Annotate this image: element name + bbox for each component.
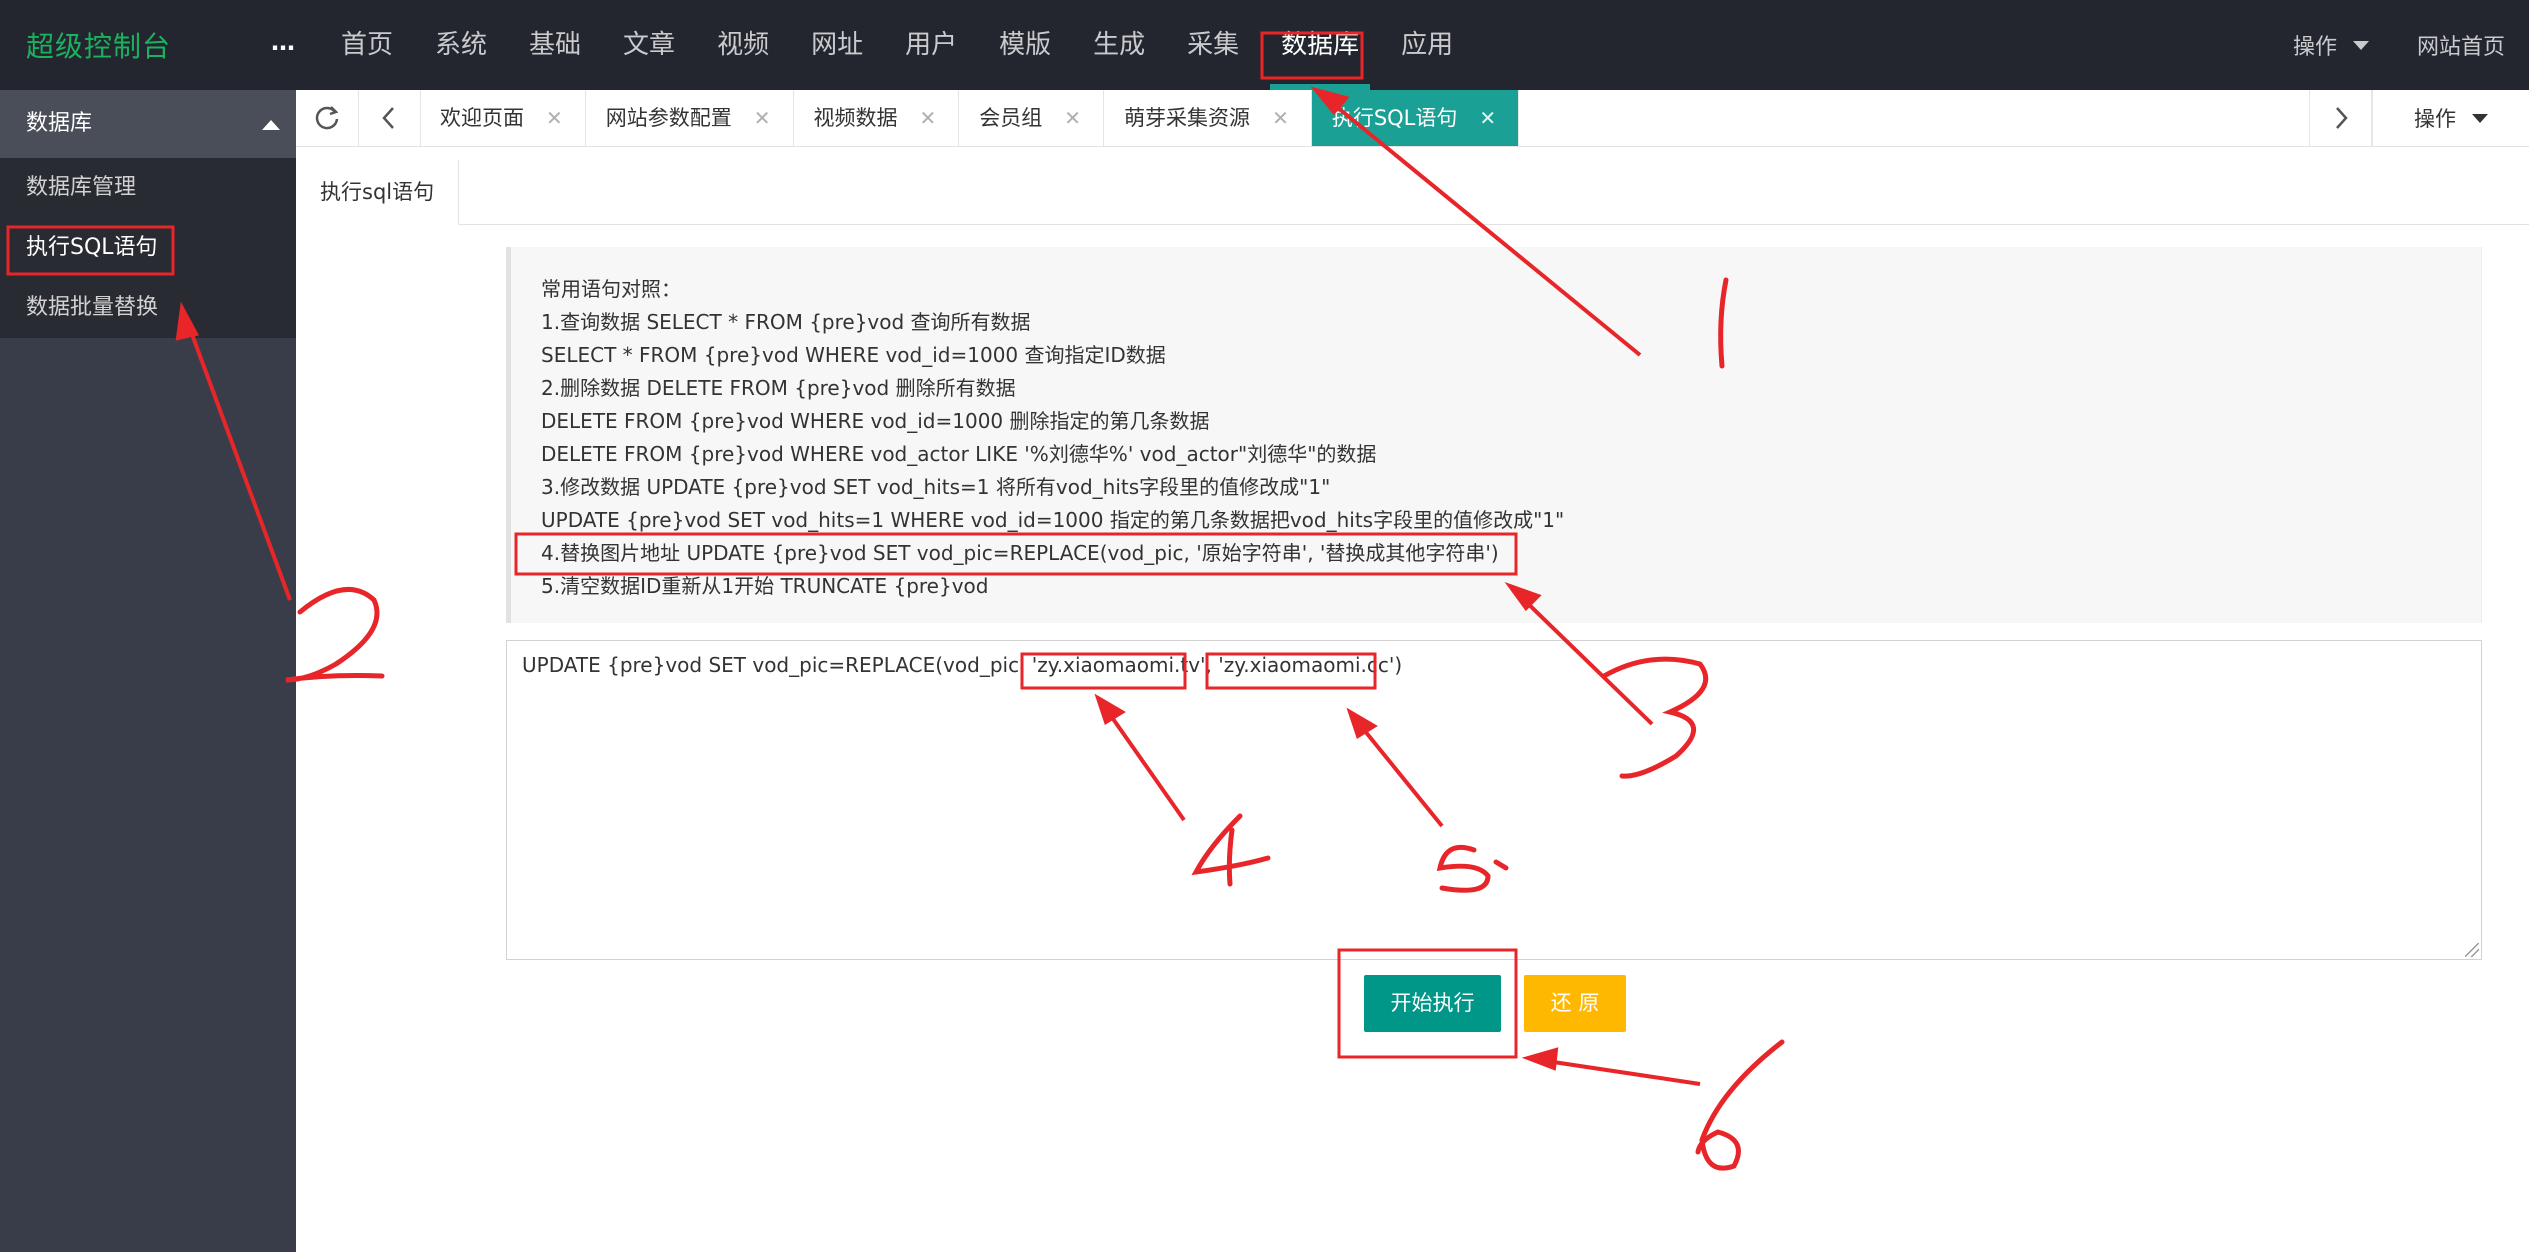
tab-label: 萌芽采集资源	[1124, 106, 1251, 130]
header-right: 操作 网站首页	[2269, 0, 2529, 90]
tab-label: 欢迎页面	[440, 106, 524, 130]
top-header: 超级控制台 … 首页 系统 基础 文章 视频 网址 用户 模版 生成 采集 数据…	[0, 0, 2529, 90]
tip-line: 1.查询数据 SELECT * FROM {pre}vod 查询所有数据	[541, 310, 1031, 334]
tab-label: 执行SQL语句	[1331, 106, 1458, 130]
close-icon[interactable]: ✕	[1479, 106, 1496, 130]
sidebar: 数据库 数据库管理 执行SQL语句 数据批量替换	[0, 90, 296, 1252]
close-icon[interactable]: ✕	[546, 106, 563, 130]
ops-label: 操作	[2292, 35, 2337, 60]
tab-exec-sql-statement[interactable]: 执行sql语句	[296, 160, 460, 225]
resize-grip-icon[interactable]	[2465, 943, 2479, 957]
nav-item-system[interactable]: 系统	[414, 0, 508, 90]
app-logo[interactable]: 超级控制台	[26, 25, 171, 65]
nav-item-home[interactable]: 首页	[320, 0, 414, 90]
tip-line: 常用语句对照：	[541, 277, 681, 301]
sql-textarea[interactable]: UPDATE {pre}vod SET vod_pic=REPLACE(vod_…	[506, 640, 2482, 960]
sidebar-item-batch-replace[interactable]: 数据批量替换	[0, 278, 296, 338]
site-home-link[interactable]: 网站首页	[2393, 29, 2529, 61]
tip-line: 3.修改数据 UPDATE {pre}vod SET vod_hits=1 将所…	[541, 475, 1331, 499]
tab-label: 会员组	[979, 106, 1043, 130]
tip-line: DELETE FROM {pre}vod WHERE vod_id=1000 删…	[541, 409, 1210, 433]
handwritten-6	[1695, 1039, 1785, 1171]
tabs-ops-label: 操作	[2414, 107, 2456, 131]
close-icon[interactable]: ✕	[754, 106, 771, 130]
open-tabs: 欢迎页面 ✕ 网站参数配置 ✕ 视频数据 ✕ 会员组 ✕ 萌芽采集资源 ✕ 执行SQL语句…	[420, 90, 1520, 146]
tab-video-data[interactable]: 视频数据 ✕	[794, 90, 960, 146]
tabs-ops-menu[interactable]: 操作	[2371, 90, 2529, 146]
tab-member-group[interactable]: 会员组 ✕	[959, 90, 1105, 146]
sidebar-group-database[interactable]: 数据库	[0, 90, 296, 158]
tab-welcome[interactable]: 欢迎页面 ✕	[420, 90, 586, 146]
arrow-6	[1539, 1058, 1701, 1086]
close-icon[interactable]: ✕	[920, 106, 937, 130]
tab-exec-sql[interactable]: 执行SQL语句 ✕	[1311, 90, 1520, 146]
nav-item-user[interactable]: 用户	[884, 0, 978, 90]
sql-tips-box: 常用语句对照： 1.查询数据 SELECT * FROM {pre}vod 查询…	[506, 247, 2482, 623]
sql-value: UPDATE {pre}vod SET vod_pic=REPLACE(vod_…	[522, 653, 1403, 677]
close-icon[interactable]: ✕	[1064, 106, 1081, 130]
nav-item-database[interactable]: 数据库	[1260, 0, 1380, 90]
sidebar-submenu: 数据库管理 执行SQL语句 数据批量替换	[0, 158, 296, 338]
sidebar-item-exec-sql[interactable]: 执行SQL语句	[0, 218, 296, 278]
tabs-prev-icon[interactable]	[358, 90, 421, 146]
tip-line: SELECT * FROM {pre}vod WHERE vod_id=1000…	[541, 343, 1166, 367]
handwritten-2	[285, 586, 385, 683]
caret-down-icon	[2352, 40, 2369, 50]
tab-site-config[interactable]: 网站参数配置 ✕	[586, 90, 794, 146]
nav-item-collect[interactable]: 采集	[1166, 0, 1260, 90]
nav-item-template[interactable]: 模版	[978, 0, 1072, 90]
tip-line: DELETE FROM {pre}vod WHERE vod_actor LIK…	[541, 442, 1377, 466]
tip-line: UPDATE {pre}vod SET vod_hits=1 WHERE vod…	[541, 508, 1565, 532]
ops-menu[interactable]: 操作	[2269, 29, 2393, 61]
nav-item-basic[interactable]: 基础	[508, 0, 602, 90]
nav-item-video[interactable]: 视频	[696, 0, 790, 90]
tip-line: 5.清空数据ID重新从1开始 TRUNCATE {pre}vod	[541, 574, 989, 598]
content-tab-strip: 执行sql语句	[296, 160, 2529, 225]
tabs-next-icon[interactable]	[2309, 90, 2373, 146]
tab-label: 网站参数配置	[605, 106, 732, 130]
sidebar-group-title: 数据库	[26, 111, 93, 136]
nav-item-url[interactable]: 网址	[790, 0, 884, 90]
execute-button[interactable]: 开始执行	[1364, 975, 1501, 1032]
nav-item-apps[interactable]: 应用	[1380, 0, 1474, 90]
caret-down-icon	[2472, 113, 2488, 123]
refresh-icon[interactable]	[296, 90, 359, 146]
sidebar-item-db-manage[interactable]: 数据库管理	[0, 158, 296, 218]
arrow-6-head	[1521, 1047, 1559, 1071]
close-icon[interactable]: ✕	[1272, 106, 1289, 130]
more-icon[interactable]: …	[268, 22, 298, 62]
tip-line: 4.替换图片地址 UPDATE {pre}vod SET vod_pic=REP…	[541, 541, 1499, 565]
top-nav: 首页 系统 基础 文章 视频 网址 用户 模版 生成 采集 数据库 应用	[320, 0, 1474, 90]
tab-label: 视频数据	[813, 106, 898, 130]
tip-line: 2.删除数据 DELETE FROM {pre}vod 删除所有数据	[541, 376, 1016, 400]
reset-button[interactable]: 还 原	[1524, 975, 1626, 1032]
tab-collect-source[interactable]: 萌芽采集资源 ✕	[1104, 90, 1312, 146]
caret-up-icon	[262, 120, 280, 130]
nav-item-article[interactable]: 文章	[602, 0, 696, 90]
nav-item-generate[interactable]: 生成	[1072, 0, 1166, 90]
tab-bar: 欢迎页面 ✕ 网站参数配置 ✕ 视频数据 ✕ 会员组 ✕ 萌芽采集资源 ✕ 执行SQL语句…	[296, 90, 2529, 147]
